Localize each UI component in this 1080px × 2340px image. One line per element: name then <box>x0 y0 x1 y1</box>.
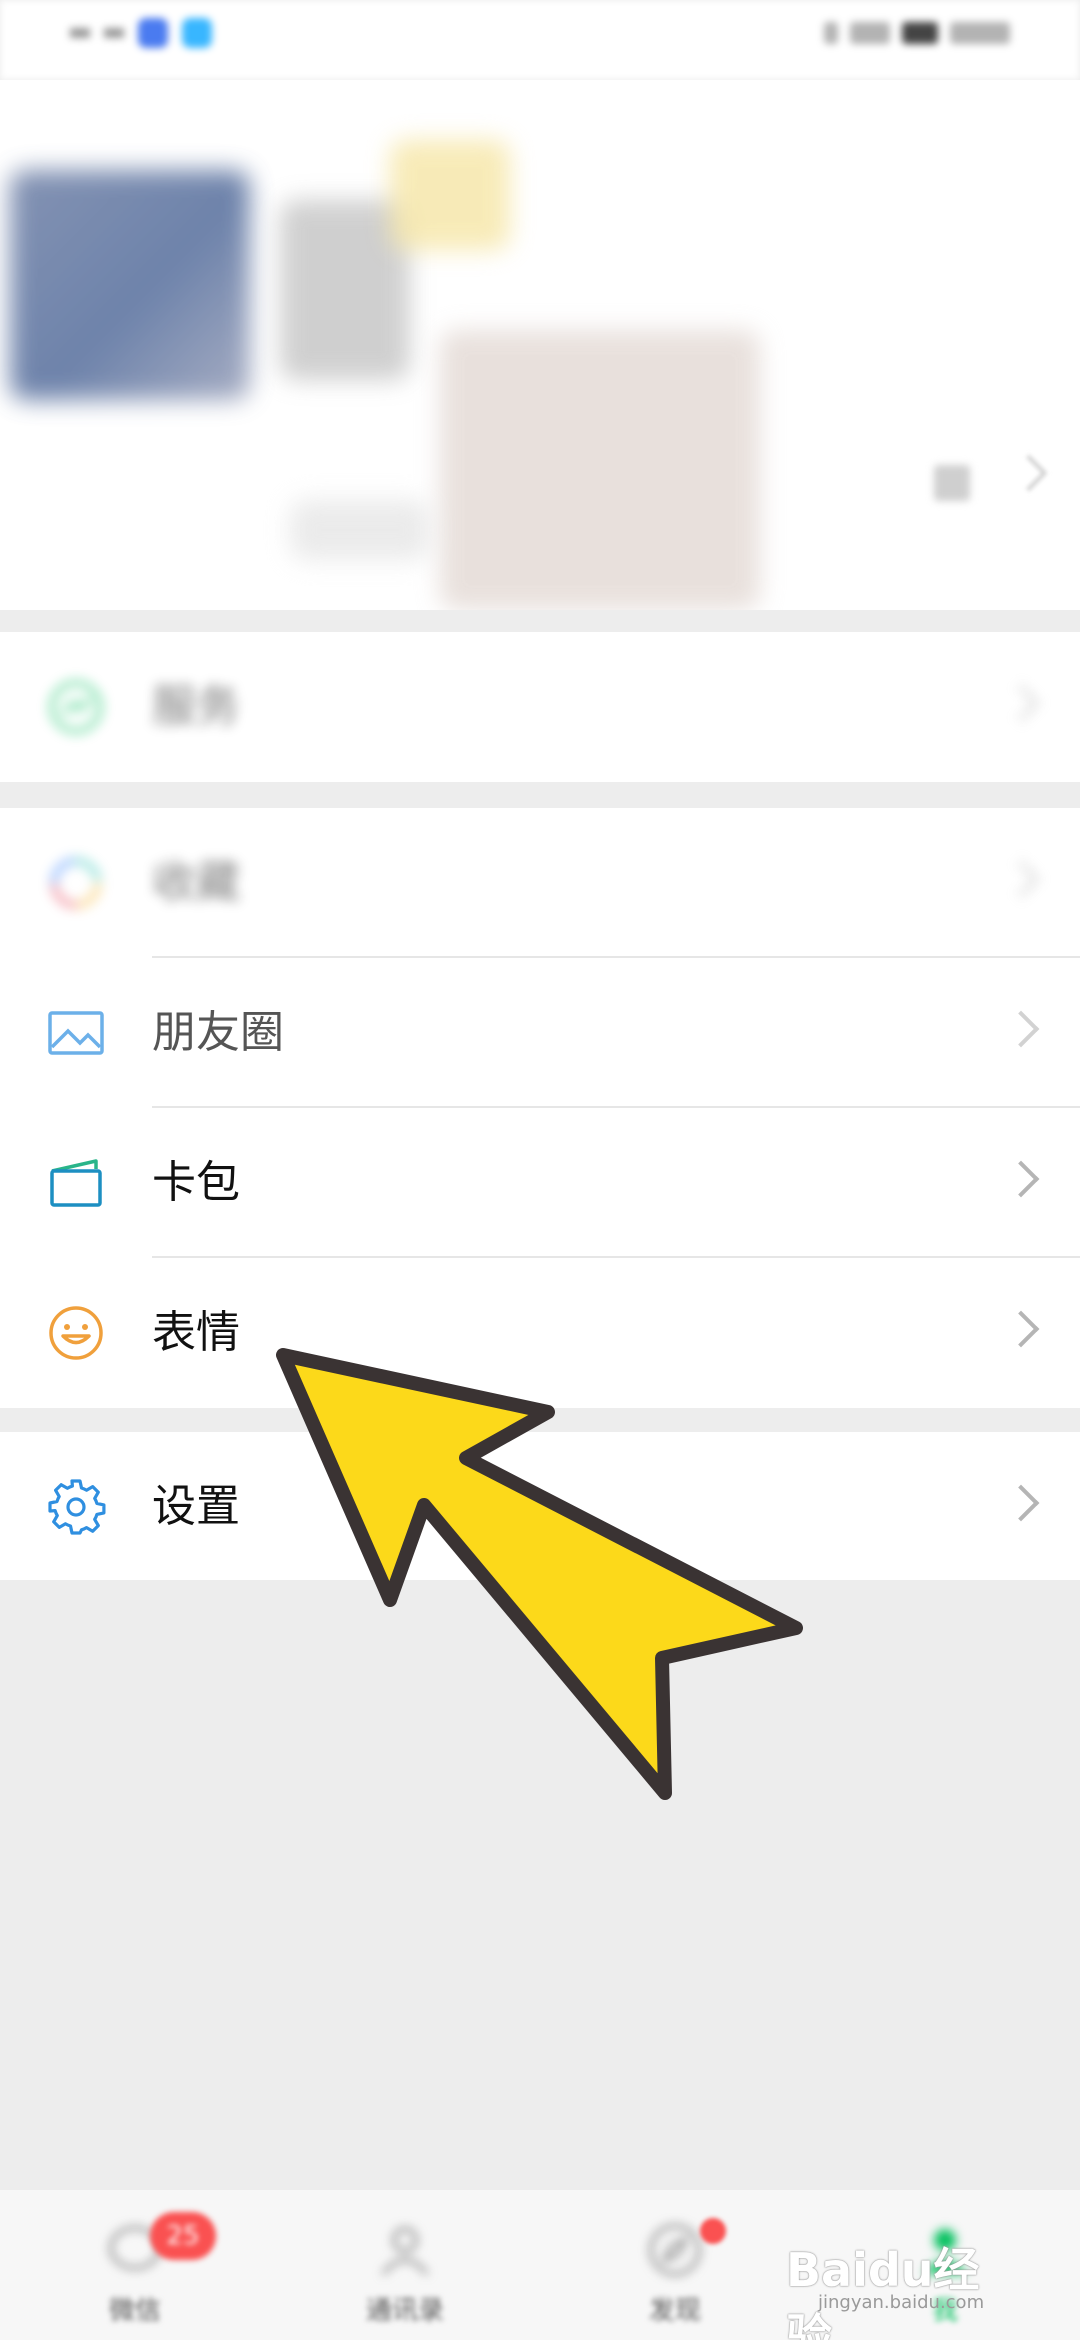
settings-gear-icon <box>48 1479 106 1535</box>
network-speed-icon <box>850 22 890 44</box>
chevron-right-icon <box>1002 1160 1040 1198</box>
menu-item-card-wallet[interactable]: 卡包 <box>0 1108 1080 1258</box>
chevron-right-icon <box>1002 1484 1040 1522</box>
wechat-id-obscured <box>440 330 760 610</box>
menu-item-label: 卡包 <box>152 1157 240 1208</box>
favorites-icon <box>51 858 101 908</box>
chevron-right-icon <box>1002 1010 1040 1048</box>
chevron-right-icon <box>1002 684 1040 722</box>
menu-item-service[interactable]: 服务 <box>0 632 1080 782</box>
menu-item-label: 服务 <box>152 681 240 732</box>
menu-item-moments[interactable]: 朋友圈 <box>0 958 1080 1108</box>
baidu-jingyan-watermark: Baidu经验 jingyan.baidu.com <box>772 2226 1022 2340</box>
notification-app-icon <box>138 18 168 48</box>
sticker-emoji-icon <box>49 1306 103 1360</box>
menu-item-label: 朋友圈 <box>152 1007 284 1058</box>
unread-badge: 25 <box>150 2212 216 2260</box>
status-left-icons <box>70 18 212 48</box>
notification-app-icon-2 <box>182 18 212 48</box>
discover-icon <box>649 2224 701 2276</box>
menu-item-label: 表情 <box>152 1307 240 1358</box>
watermark-url: jingyan.baidu.com <box>818 2292 985 2313</box>
card-wallet-icon <box>50 1159 102 1207</box>
wechat-me-screen: 服务 收藏 朋友圈 卡包 表情 设置 25 微信 通讯录 发现 我 Baidu经… <box>0 0 1080 2340</box>
menu-item-label: 设置 <box>152 1481 240 1532</box>
status-right-icons <box>824 22 1010 44</box>
tab-contacts[interactable]: 通讯录 <box>270 2190 540 2340</box>
chevron-right-icon <box>1002 860 1040 898</box>
status-obscured <box>290 500 430 560</box>
tab-chats[interactable]: 25 微信 <box>0 2190 270 2340</box>
avatar[interactable] <box>10 170 250 400</box>
battery-icon <box>902 22 938 44</box>
new-moments-dot <box>700 2218 726 2244</box>
service-icon <box>49 680 103 734</box>
tab-discover[interactable]: 发现 <box>540 2190 810 2340</box>
profile-decoration <box>390 140 510 250</box>
watermark-brand: Baidu经验 <box>786 2243 980 2340</box>
profile-header[interactable] <box>0 80 1080 610</box>
signal-icon-2 <box>104 28 124 38</box>
menu-item-label: 收藏 <box>152 857 240 908</box>
status-bar <box>0 0 1080 80</box>
menu-item-settings[interactable]: 设置 <box>0 1432 1080 1580</box>
profile-chevron-icon <box>1010 454 1048 492</box>
tab-label: 通讯录 <box>365 2296 444 2326</box>
tab-label: 微信 <box>108 2296 161 2326</box>
tab-label: 发现 <box>648 2296 701 2326</box>
vibrate-icon <box>824 22 838 44</box>
chevron-right-icon <box>1002 1310 1040 1348</box>
menu-item-favorites[interactable]: 收藏 <box>0 808 1080 958</box>
signal-icon <box>70 28 90 38</box>
contacts-icon <box>381 2227 429 2275</box>
clock-text <box>950 22 1010 44</box>
moments-icon <box>48 1011 104 1055</box>
qr-code-icon[interactable] <box>934 465 970 501</box>
menu-item-stickers[interactable]: 表情 <box>0 1258 1080 1408</box>
